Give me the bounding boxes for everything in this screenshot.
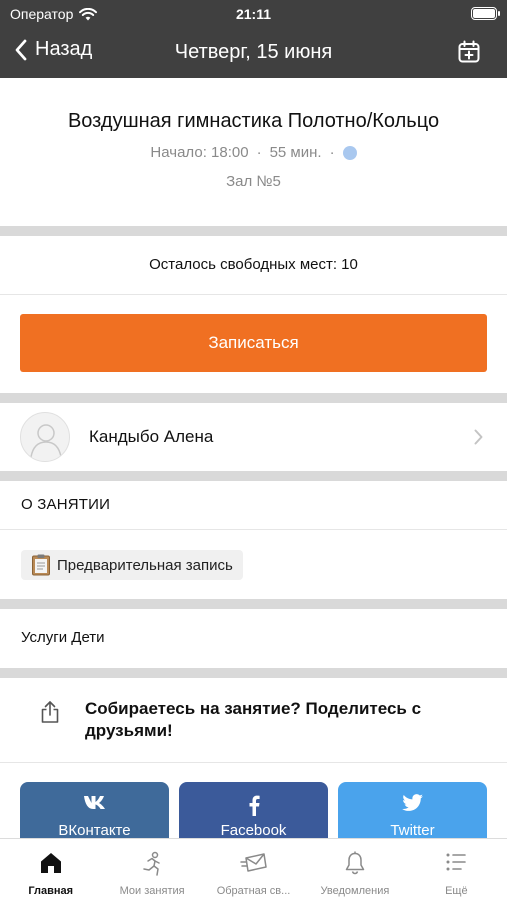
tab-my-classes[interactable]: Мои занятия <box>101 839 202 900</box>
share-prompt: Собираетесь на занятие? Поделитесь с дру… <box>0 698 507 758</box>
about-heading: О ЗАНЯТИИ <box>21 496 111 513</box>
trainer-name: Кандыбо Алена <box>89 427 214 446</box>
clipboard-icon <box>32 554 50 576</box>
chevron-right-icon <box>474 429 483 445</box>
free-seats: Осталось свободных мест: 10 <box>149 256 358 273</box>
tab-home[interactable]: Главная <box>0 839 101 900</box>
tab-more[interactable]: Ещё <box>406 839 507 900</box>
meta-separator: · <box>256 144 262 161</box>
avatar <box>20 412 70 462</box>
section-divider <box>0 668 507 678</box>
divider <box>0 529 507 530</box>
runner-icon <box>143 851 160 876</box>
tab-bar: Главная Мои занятия Обратная св... Уведо… <box>0 838 507 900</box>
calendar-plus-icon <box>458 40 480 63</box>
tab-label: Мои занятия <box>119 885 185 897</box>
bell-icon <box>345 851 365 875</box>
twitter-icon <box>401 794 423 811</box>
tab-feedback[interactable]: Обратная св... <box>203 839 304 900</box>
page-title: Четверг, 15 июня <box>174 41 333 63</box>
trainer-row[interactable]: Кандыбо Алена <box>0 403 507 471</box>
share-text: Собираетесь на занятие? Поделитесь с дру… <box>85 699 422 740</box>
vk-label: ВКонтакте <box>58 822 131 839</box>
section-divider <box>0 471 507 481</box>
section-divider <box>0 599 507 609</box>
clock: 21:11 <box>235 6 272 22</box>
start-time: Начало: 18:00 <box>150 144 249 161</box>
duration: 55 мин. <box>269 144 322 161</box>
calendar-button[interactable] <box>457 40 481 69</box>
section-divider <box>0 226 507 236</box>
class-title: Воздушная гимнастика Полотно/Кольцо <box>67 110 440 132</box>
tab-label: Уведомления <box>320 885 390 897</box>
class-meta: Начало: 18:00 · 55 мин. · <box>0 144 507 161</box>
prebooking-chip: Предварительная запись <box>21 550 243 580</box>
signup-button[interactable]: Записаться <box>20 314 487 372</box>
meta-separator: · <box>329 144 335 161</box>
divider <box>0 294 507 295</box>
tab-label: Главная <box>28 885 74 897</box>
tab-label: Ещё <box>445 885 468 897</box>
more-list-icon <box>446 853 467 871</box>
room: Зал №5 <box>226 173 281 190</box>
home-icon <box>40 853 61 873</box>
user-placeholder-icon <box>30 424 62 458</box>
nav-bar: Назад Четверг, 15 июня <box>0 28 507 78</box>
share-icon <box>41 701 59 723</box>
status-bar: Оператор 21:11 <box>0 0 507 28</box>
battery-icon <box>471 7 500 20</box>
tab-label: Обратная св... <box>216 885 291 897</box>
divider <box>0 762 507 763</box>
section-divider <box>0 393 507 403</box>
facebook-icon <box>249 795 260 816</box>
feedback-icon <box>239 853 267 872</box>
chip-label: Предварительная запись <box>57 556 233 574</box>
tab-notifications[interactable]: Уведомления <box>304 839 405 900</box>
class-color-dot <box>342 145 357 160</box>
facebook-label: Facebook <box>220 822 287 839</box>
twitter-label: Twitter <box>390 822 435 839</box>
vk-icon <box>83 796 105 809</box>
services-label: Услуги Дети <box>21 629 105 646</box>
